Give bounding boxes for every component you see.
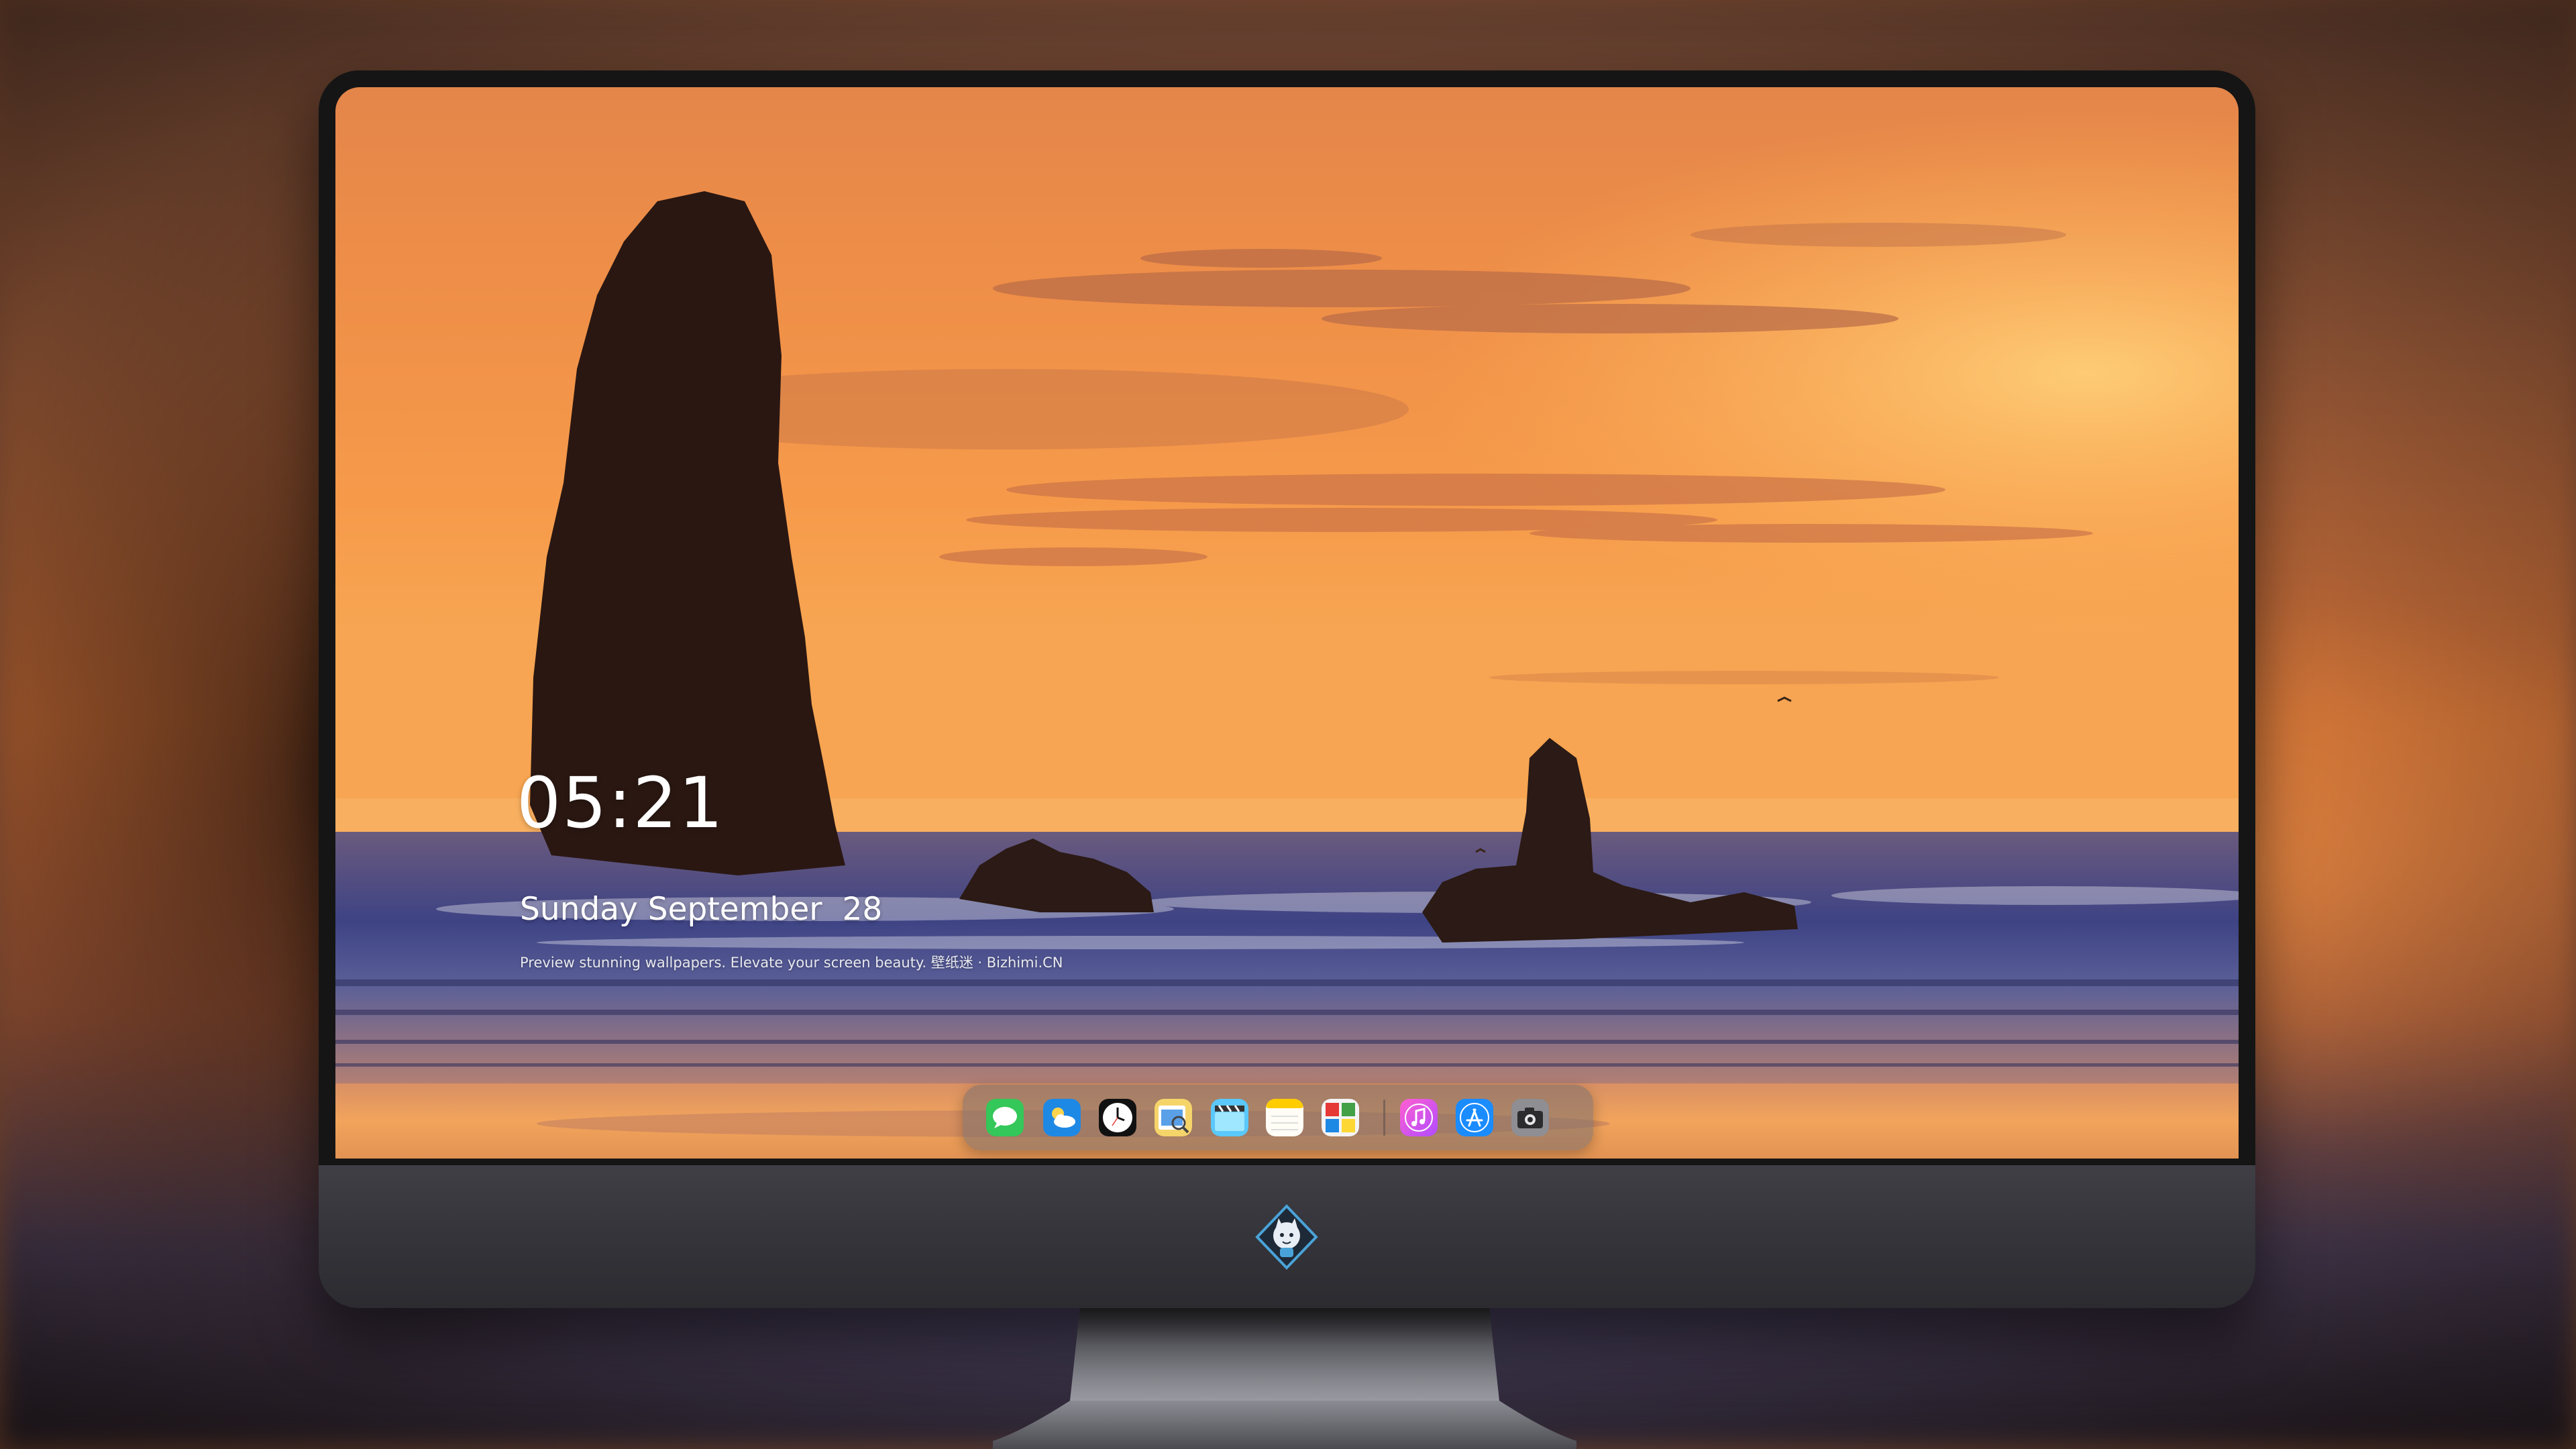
preview-icon[interactable] <box>1155 1099 1192 1136</box>
wallpaper <box>335 87 2239 1159</box>
lock-clock: 05:21 <box>517 762 724 844</box>
weather-icon[interactable] <box>1043 1099 1081 1136</box>
monitor-chin <box>319 1165 2255 1308</box>
wallpaper-tagline: Preview stunning wallpapers. Elevate you… <box>520 955 1063 971</box>
messages-icon[interactable] <box>986 1099 1024 1136</box>
dock <box>963 1085 1593 1150</box>
clock-icon[interactable] <box>1099 1099 1136 1136</box>
dock-divider <box>1383 1099 1385 1136</box>
monitor-stand <box>993 1307 1576 1449</box>
lock-date: Sunday September 28 <box>520 891 883 928</box>
app-store-icon[interactable] <box>1456 1099 1493 1136</box>
video-clapper-icon[interactable] <box>1211 1099 1248 1136</box>
notes-icon[interactable] <box>1266 1099 1303 1136</box>
itunes-icon[interactable] <box>1400 1099 1438 1136</box>
stage: 05:21 Sunday September 28 Preview stunni… <box>0 0 2576 1449</box>
monitor: 05:21 Sunday September 28 Preview stunni… <box>319 70 2255 1308</box>
camera-icon[interactable] <box>1511 1099 1549 1136</box>
brand-logo-icon <box>1255 1204 1318 1270</box>
screen: 05:21 Sunday September 28 Preview stunni… <box>335 87 2239 1159</box>
photo-booth-icon[interactable] <box>1322 1099 1359 1136</box>
